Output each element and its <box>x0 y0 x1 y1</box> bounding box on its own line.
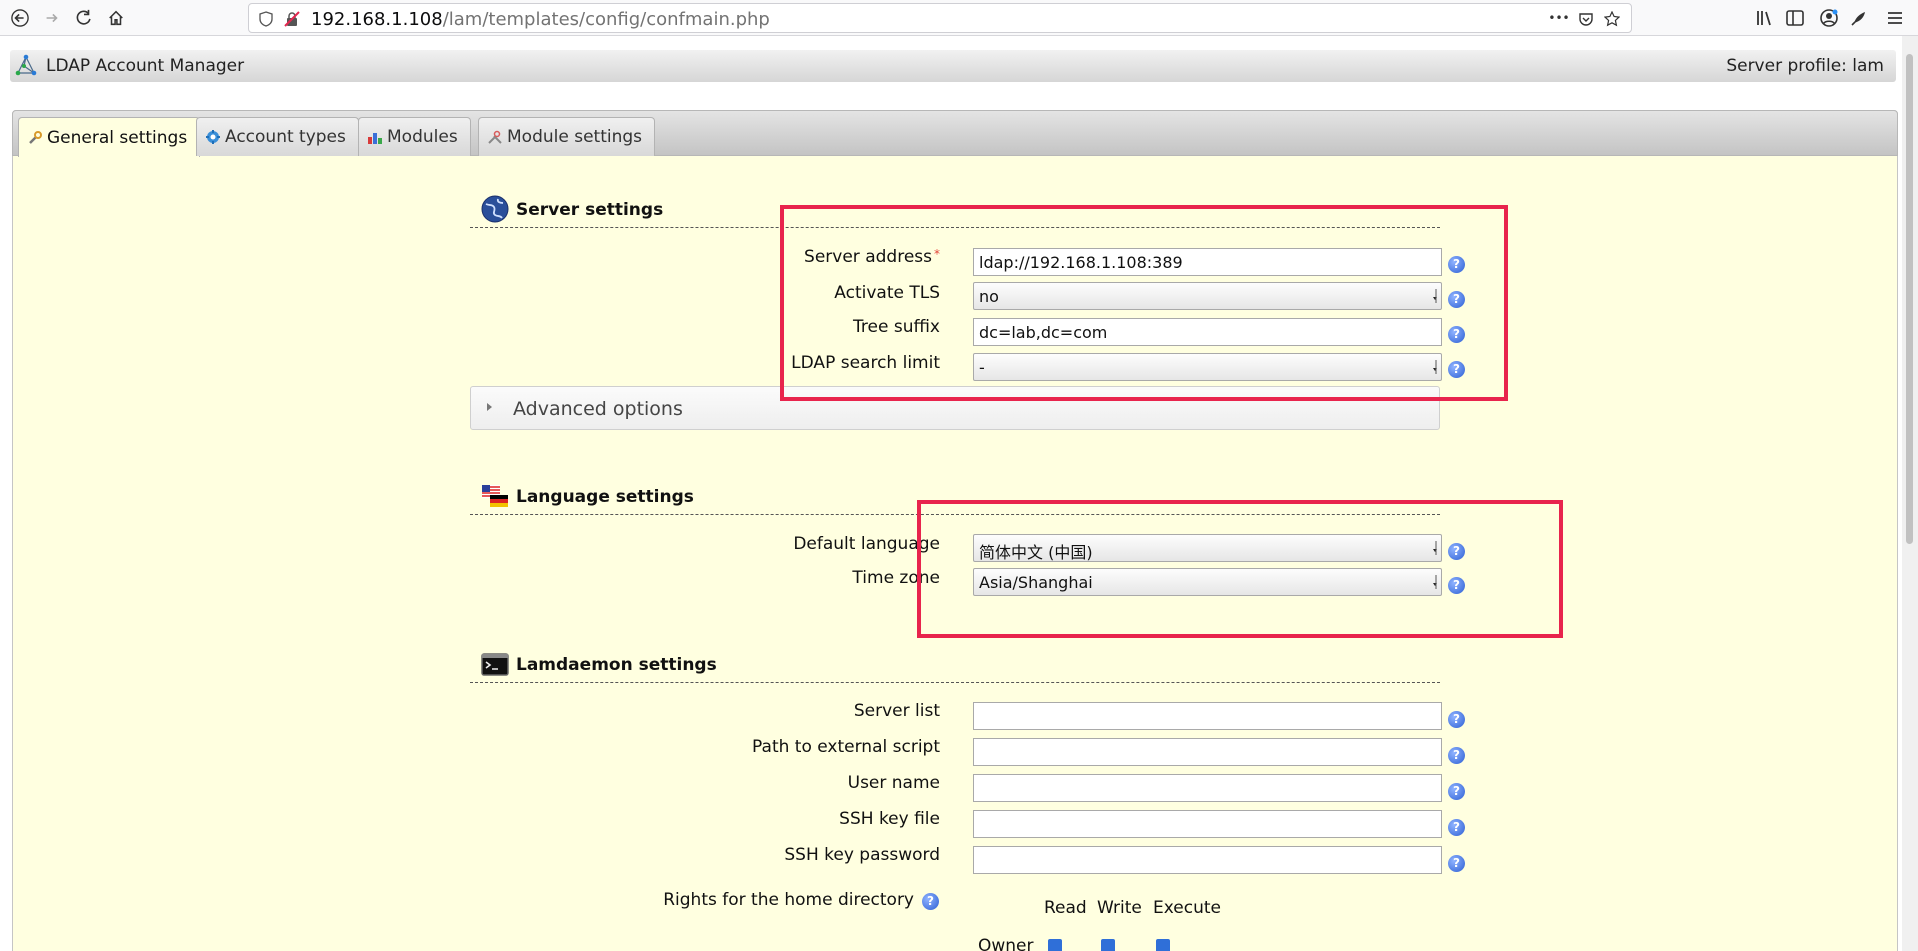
ssh-key-password-input[interactable] <box>973 846 1442 874</box>
ssh-key-file-label: SSH key file <box>839 809 940 829</box>
hamburger-menu-icon[interactable] <box>1884 7 1906 29</box>
tab-general-settings[interactable]: General settings <box>18 117 201 157</box>
highlight-box-server <box>780 205 1508 401</box>
tab-account-types[interactable]: Account types <box>196 117 359 156</box>
tab-label: Account types <box>225 127 346 147</box>
rights-execute-header: Execute <box>1153 898 1221 918</box>
account-icon[interactable] <box>1818 7 1840 29</box>
highlight-box-language <box>917 500 1563 638</box>
back-button[interactable] <box>6 4 34 32</box>
reload-button[interactable] <box>70 4 98 32</box>
advanced-options-label: Advanced options <box>513 398 683 420</box>
owner-read-checkbox[interactable] <box>1048 939 1062 951</box>
url-text[interactable]: 192.168.1.108/lam/templates/config/confm… <box>311 9 770 30</box>
gear-icon <box>206 130 220 144</box>
page-actions-menu-icon[interactable]: ••• <box>1547 9 1571 27</box>
modules-icon <box>368 133 382 144</box>
shield-icon[interactable] <box>257 10 275 28</box>
tools-icon <box>488 130 502 144</box>
insecure-lock-icon[interactable] <box>283 10 301 28</box>
owner-label: Owner <box>978 936 1034 951</box>
expand-arrow-icon <box>487 403 492 411</box>
app-header: LDAP Account Manager Server profile: lam <box>10 50 1896 82</box>
url-host: 192.168.1.108 <box>311 9 443 30</box>
language-settings-title: Language settings <box>516 487 694 507</box>
reload-icon <box>76 9 91 25</box>
server-list-input[interactable] <box>973 702 1442 730</box>
url-path: /lam/templates/config/confmain.php <box>442 9 770 30</box>
bookmark-star-icon[interactable] <box>1603 10 1621 28</box>
help-icon[interactable]: ? <box>1448 855 1465 872</box>
tab-modules[interactable]: Modules <box>358 117 471 156</box>
help-icon[interactable]: ? <box>1448 711 1465 728</box>
app-title: LDAP Account Manager <box>46 56 245 76</box>
page-scrollbar[interactable] <box>1902 36 1918 951</box>
globe-icon <box>481 195 509 223</box>
tab-label: General settings <box>47 127 188 148</box>
tab-label: Module settings <box>507 127 643 147</box>
server-list-label: Server list <box>853 701 940 721</box>
owner-execute-checkbox[interactable] <box>1156 939 1170 951</box>
lamdaemon-settings-header: Lamdaemon settings <box>470 647 1440 683</box>
help-icon[interactable]: ? <box>922 893 939 910</box>
scrollbar-thumb[interactable] <box>1906 54 1913 544</box>
browser-toolbar: 192.168.1.108/lam/templates/config/confm… <box>0 0 1918 36</box>
help-icon[interactable]: ? <box>1448 783 1465 800</box>
url-bar[interactable]: 192.168.1.108/lam/templates/config/confm… <box>248 3 1632 33</box>
rights-read-header: Read <box>1044 898 1087 918</box>
terminal-icon <box>481 653 509 676</box>
external-script-label: Path to external script <box>752 737 940 757</box>
user-name-input[interactable] <box>973 774 1442 802</box>
help-icon[interactable]: ? <box>1448 819 1465 836</box>
flags-icon <box>482 485 508 507</box>
forward-button[interactable] <box>38 4 66 32</box>
library-icon[interactable] <box>1754 7 1776 29</box>
ssh-key-password-label: SSH key password <box>784 845 940 865</box>
sidebar-icon[interactable] <box>1784 7 1806 29</box>
lamdaemon-settings-title: Lamdaemon settings <box>516 655 717 675</box>
extension-icon[interactable] <box>1848 7 1870 29</box>
user-name-label: User name <box>847 773 940 793</box>
lam-logo-icon <box>15 54 37 76</box>
tab-module-settings[interactable]: Module settings <box>478 117 656 156</box>
rights-write-header: Write <box>1097 898 1142 918</box>
ssh-key-file-input[interactable] <box>973 810 1442 838</box>
home-button[interactable] <box>102 4 130 32</box>
forward-arrow-icon <box>46 13 58 23</box>
back-arrow-icon <box>11 9 29 27</box>
wrench-icon <box>29 130 42 144</box>
home-icon <box>109 10 123 26</box>
external-script-input[interactable] <box>973 738 1442 766</box>
server-profile-label: Server profile: lam <box>1726 56 1884 76</box>
tab-label: Modules <box>387 127 458 147</box>
server-settings-title: Server settings <box>516 200 664 220</box>
home-rights-label: Rights for the home directory <box>663 890 914 910</box>
pocket-icon[interactable] <box>1577 10 1595 28</box>
help-icon[interactable]: ? <box>1448 747 1465 764</box>
owner-write-checkbox[interactable] <box>1101 939 1115 951</box>
